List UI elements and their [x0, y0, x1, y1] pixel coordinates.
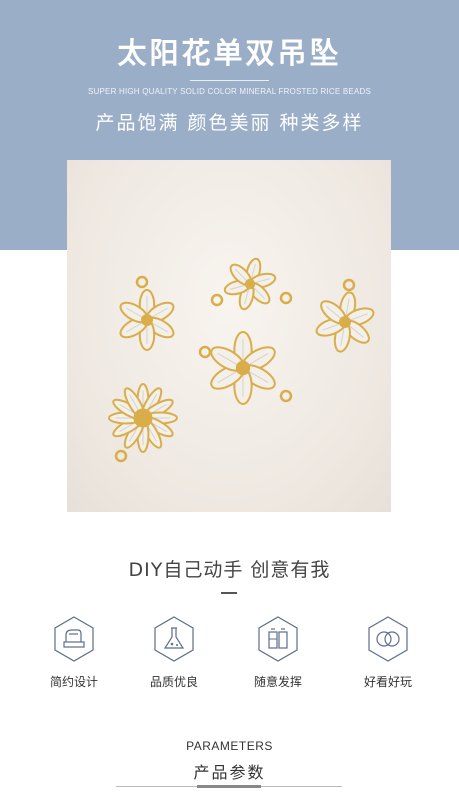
feature-label: 随意发挥	[253, 675, 302, 689]
paint-tubes-icon	[258, 616, 298, 662]
feature-label: 好看好玩	[363, 675, 412, 689]
pendant-flower-5	[108, 383, 178, 463]
section-divider	[221, 592, 237, 594]
page-title: 太阳花单双吊坠	[117, 36, 342, 70]
flask-icon	[154, 616, 194, 662]
pendant-flower-4	[198, 331, 293, 405]
subtitle-chinese: 产品饱满 颜色美丽 种类多样	[95, 112, 364, 134]
ironing-machine-icon	[54, 616, 94, 662]
flower-pendants-illustration	[108, 257, 375, 463]
feature-label: 简约设计	[49, 675, 98, 689]
subtitle-english: SUPER HIGH QUALITY SOLID COLOR MINERAL F…	[87, 87, 371, 96]
feature-free-play: 随意发挥	[248, 615, 308, 690]
pendant-flower-1	[119, 275, 175, 351]
feature-quality: 品质优良	[144, 615, 204, 690]
parameters-divider-accent	[197, 785, 261, 788]
feature-label: 品质优良	[149, 675, 198, 689]
pendant-flower-2	[210, 257, 293, 311]
parameters-title-chinese: 产品参数	[193, 763, 266, 782]
feature-fun: 好看好玩	[358, 615, 418, 690]
pendant-flower-3	[315, 278, 375, 353]
parameters-title-english: PARAMETERS	[186, 739, 273, 753]
feature-simple-design: 简约设计	[44, 615, 104, 690]
product-photo	[67, 160, 391, 512]
section-heading: DIY自己动手 创意有我	[128, 559, 331, 581]
title-divider	[190, 80, 269, 81]
rings-icon	[368, 616, 408, 662]
